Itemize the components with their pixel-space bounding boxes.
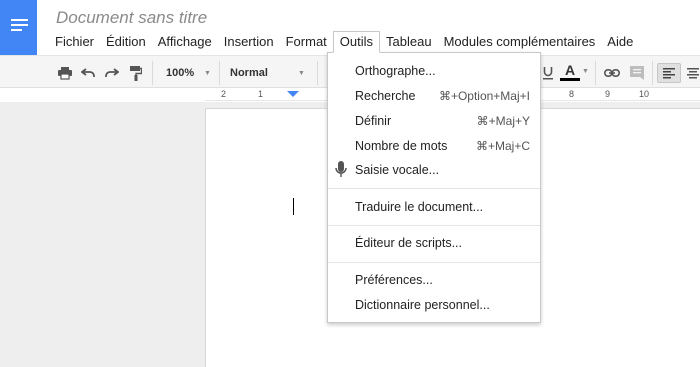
menu-item-word-count[interactable]: Nombre de mots ⌘+Maj+C [328,136,540,158]
menu-item-personal-dictionary[interactable]: Dictionnaire personnel... [328,295,540,317]
docs-home-icon[interactable] [0,0,37,55]
menu-item-voice-typing[interactable]: Saisie vocale... [328,160,540,182]
menu-item-shortcut: ⌘+Option+Maj+I [438,89,530,103]
link-icon[interactable] [602,63,622,83]
menu-item-label: Préférences... [355,273,433,287]
ruler-label: 10 [639,89,650,99]
menu-item-label: Recherche [355,89,416,103]
align-left-icon[interactable] [657,63,681,83]
menu-view[interactable]: Affichage [152,31,218,53]
align-center-icon[interactable] [683,63,700,83]
style-value: Normal [230,67,268,79]
menu-item-define[interactable]: Définir ⌘+Maj+Y [328,111,540,133]
toolbar-divider [652,61,653,85]
menu-item-shortcut: ⌘+Maj+Y [476,114,530,128]
undo-icon[interactable] [78,63,98,83]
document-title[interactable]: Document sans titre [56,8,207,28]
menu-item-shortcut: ⌘+Maj+C [475,139,530,153]
chevron-down-icon[interactable]: ▼ [582,68,589,88]
text-color-label: A [564,62,576,78]
toolbar-divider [152,61,153,85]
text-color-button[interactable]: A [560,63,580,83]
menu-table[interactable]: Tableau [380,31,438,53]
style-select[interactable]: Normal ▼ [230,63,310,83]
redo-icon[interactable] [102,63,122,83]
chevron-down-icon: ▼ [298,69,305,77]
menu-item-spelling[interactable]: Orthographe... [328,61,540,83]
microphone-icon [335,161,347,177]
menu-item-translate[interactable]: Traduire le document... [328,197,540,219]
toolbar-divider [317,61,318,85]
menu-item-label: Dictionnaire personnel... [355,298,490,312]
comment-icon[interactable] [627,63,647,83]
menubar: Fichier Édition Affichage Insertion Form… [49,31,639,53]
menu-help[interactable]: Aide [601,31,639,53]
ruler-label: 1 [258,89,264,99]
ruler-label: 9 [605,89,611,99]
menu-item-preferences[interactable]: Préférences... [328,270,540,292]
menu-separator [328,262,540,263]
menu-insert[interactable]: Insertion [218,31,280,53]
chevron-down-icon: ▼ [204,69,211,77]
menu-separator [328,225,540,226]
menu-addons[interactable]: Modules complémentaires [438,31,602,53]
menu-item-label: Traduire le document... [355,200,484,214]
menu-item-label: Nombre de mots [355,139,448,153]
toolbar-divider [595,61,596,85]
toolbar-divider [219,61,220,85]
paint-format-icon[interactable] [126,63,146,83]
menu-tools[interactable]: Outils [332,31,381,53]
print-icon[interactable] [55,63,75,83]
underline-icon[interactable] [538,63,558,83]
menu-item-script-editor[interactable]: Éditeur de scripts... [328,233,540,255]
indent-marker-icon[interactable] [287,91,299,97]
zoom-select[interactable]: 100% ▼ [166,63,214,83]
text-cursor [293,198,294,215]
zoom-value: 100% [166,67,195,79]
ruler-label: 8 [569,89,575,99]
menu-separator [328,188,540,189]
menu-item-label: Définir [355,114,392,128]
menu-item-label: Éditeur de scripts... [355,236,462,250]
tools-menu: Orthographe... Recherche ⌘+Option+Maj+I … [327,52,541,323]
menu-edit[interactable]: Édition [100,31,152,53]
menu-format[interactable]: Format [280,31,333,53]
menu-item-label: Orthographe... [355,64,436,78]
menu-item-label: Saisie vocale... [355,163,440,177]
menu-item-research[interactable]: Recherche ⌘+Option+Maj+I [328,86,540,108]
ruler-label: 2 [221,89,227,99]
menu-file[interactable]: Fichier [49,31,100,53]
text-color-swatch [560,78,580,81]
document-icon [11,19,28,35]
